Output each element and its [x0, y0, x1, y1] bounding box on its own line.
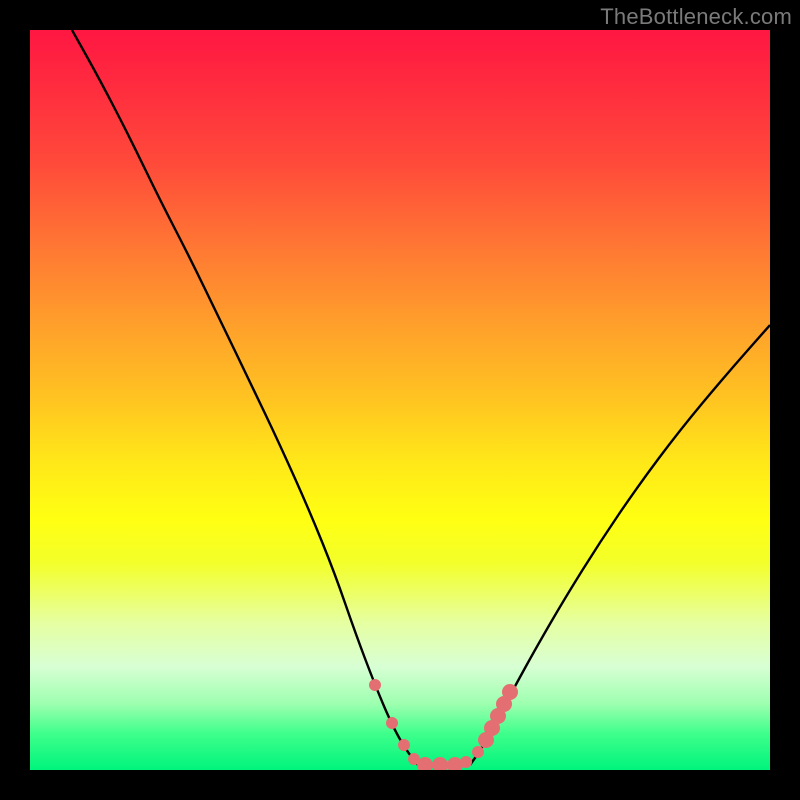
- plot-area: [30, 30, 770, 770]
- marker-dot: [502, 684, 518, 700]
- marker-dot: [398, 739, 410, 751]
- chart-stage: TheBottleneck.com: [0, 0, 800, 800]
- curves-layer: [30, 30, 770, 770]
- marker-dot: [432, 757, 448, 770]
- marker-dot: [386, 717, 398, 729]
- curve-left-branch: [72, 30, 418, 765]
- marker-dot: [460, 756, 472, 768]
- marker-group: [369, 679, 518, 770]
- marker-dot: [369, 679, 381, 691]
- curve-right-branch: [470, 325, 770, 765]
- watermark-text: TheBottleneck.com: [600, 4, 792, 30]
- marker-dot: [472, 746, 484, 758]
